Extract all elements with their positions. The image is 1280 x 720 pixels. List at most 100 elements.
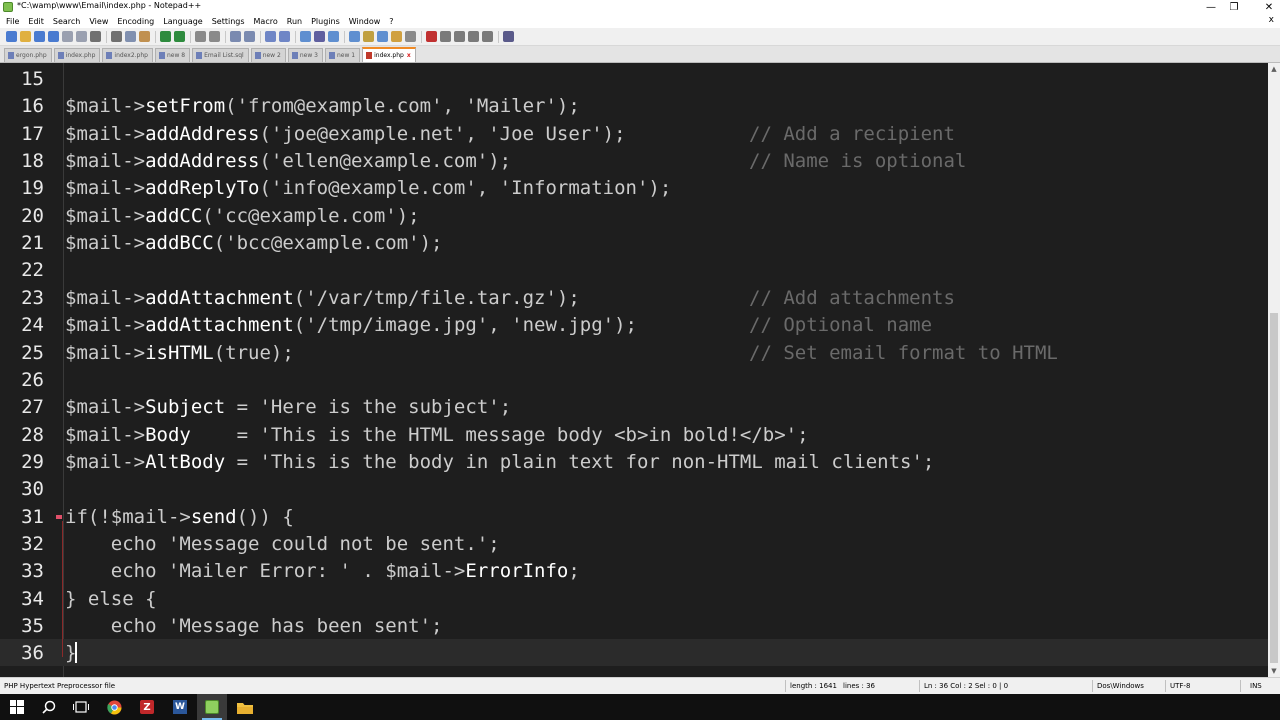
- paste-icon[interactable]: [139, 31, 150, 42]
- document-tab[interactable]: Email List.sql: [192, 48, 249, 62]
- code-line[interactable]: 25 $mail->isHTML(true); // Set email forma…: [0, 339, 1268, 366]
- code-line[interactable]: 36}: [0, 639, 1268, 667]
- scrollbar-thumb[interactable]: [1270, 313, 1278, 663]
- word-button[interactable]: W: [165, 694, 195, 720]
- sync-vertical-icon[interactable]: [265, 31, 276, 42]
- code-line[interactable]: 33 echo 'Mailer Error: ' . $mail->ErrorI…: [0, 557, 1268, 584]
- code-line[interactable]: 22: [0, 256, 1268, 283]
- zoom-in-icon[interactable]: [230, 31, 241, 42]
- file-icon: [196, 52, 203, 59]
- tab-label: new 1: [336, 52, 356, 59]
- sync-horizontal-icon[interactable]: [279, 31, 290, 42]
- save-all-icon[interactable]: [48, 31, 59, 42]
- document-tab[interactable]: new 8: [154, 48, 191, 62]
- menu-encoding[interactable]: Encoding: [117, 17, 154, 26]
- fold-marker-icon[interactable]: [56, 514, 62, 519]
- task-view-button[interactable]: [66, 694, 96, 720]
- scroll-down-arrow-icon[interactable]: ▼: [1268, 665, 1280, 677]
- code-line[interactable]: 20 $mail->addCC('cc@example.com');: [0, 202, 1268, 229]
- macro-play-multiple-icon[interactable]: [468, 31, 479, 42]
- code-line[interactable]: 29 $mail->AltBody = 'This is the body in …: [0, 448, 1268, 475]
- menu-help[interactable]: ?: [389, 17, 393, 26]
- spell-check-icon[interactable]: [503, 31, 514, 42]
- replace-icon[interactable]: [209, 31, 220, 42]
- lang-define-icon[interactable]: [349, 31, 360, 42]
- code-token: addBCC: [145, 232, 214, 255]
- macro-play-icon[interactable]: [454, 31, 465, 42]
- print-icon[interactable]: [90, 31, 101, 42]
- menu-language[interactable]: Language: [163, 17, 202, 26]
- close-all-icon[interactable]: [76, 31, 87, 42]
- status-divider: [1165, 680, 1166, 692]
- code-line[interactable]: 31 if(!$mail->send()) {: [0, 503, 1268, 530]
- menu-settings[interactable]: Settings: [212, 17, 245, 26]
- code-line[interactable]: 15: [0, 65, 1268, 92]
- indent-guide-icon[interactable]: [328, 31, 339, 42]
- close-file-icon[interactable]: [62, 31, 73, 42]
- word-wrap-icon[interactable]: [300, 31, 311, 42]
- code-line[interactable]: 21 $mail->addBCC('bcc@example.com');: [0, 229, 1268, 256]
- search-button[interactable]: [34, 694, 64, 720]
- document-tab[interactable]: new 3: [287, 48, 323, 62]
- menu-window[interactable]: Window: [349, 17, 381, 26]
- code-text: if(!$mail->send()) {: [65, 507, 294, 527]
- vertical-scrollbar[interactable]: ▲ ▼: [1268, 63, 1280, 677]
- notepadpp-button[interactable]: [197, 694, 227, 720]
- scroll-up-arrow-icon[interactable]: ▲: [1268, 63, 1280, 75]
- menu-edit[interactable]: Edit: [28, 17, 44, 26]
- code-line[interactable]: 19 $mail->addReplyTo('info@example.com', …: [0, 174, 1268, 201]
- code-editor[interactable]: 15 16 $mail->setFrom('from@example.com', '…: [0, 63, 1268, 677]
- filezilla-button[interactable]: Z: [132, 694, 162, 720]
- code-line[interactable]: 18 $mail->addAddress('ellen@example.com')…: [0, 147, 1268, 174]
- copy-icon[interactable]: [125, 31, 136, 42]
- redo-icon[interactable]: [174, 31, 185, 42]
- folder-workspace-icon[interactable]: [391, 31, 402, 42]
- code-line[interactable]: 32 echo 'Message could not be sent.';: [0, 530, 1268, 557]
- document-tab[interactable]: index.php x: [362, 47, 416, 62]
- chrome-button[interactable]: [99, 694, 129, 720]
- undo-icon[interactable]: [160, 31, 171, 42]
- menu-view[interactable]: View: [89, 17, 108, 26]
- document-tab[interactable]: index2.php: [102, 48, 153, 62]
- code-line[interactable]: 27 $mail->Subject = 'Here is the subject'…: [0, 393, 1268, 420]
- cut-icon[interactable]: [111, 31, 122, 42]
- code-line[interactable]: 17 $mail->addAddress('joe@example.net', '…: [0, 120, 1268, 147]
- menu-macro[interactable]: Macro: [254, 17, 278, 26]
- code-line[interactable]: 16 $mail->setFrom('from@example.com', 'Ma…: [0, 92, 1268, 119]
- code-line[interactable]: 24 $mail->addAttachment('/tmp/image.jpg',…: [0, 311, 1268, 338]
- menu-search[interactable]: Search: [53, 17, 80, 26]
- code-line[interactable]: 35 echo 'Message has been sent';: [0, 612, 1268, 639]
- document-tab[interactable]: new 1: [324, 48, 361, 62]
- code-line[interactable]: 26: [0, 366, 1268, 393]
- function-list-icon[interactable]: [377, 31, 388, 42]
- zoom-out-icon[interactable]: [244, 31, 255, 42]
- document-tab[interactable]: new 2: [250, 48, 286, 62]
- code-line[interactable]: 34} else {: [0, 585, 1268, 612]
- show-all-chars-icon[interactable]: [314, 31, 325, 42]
- menu-run[interactable]: Run: [287, 17, 302, 26]
- macro-stop-icon[interactable]: [440, 31, 451, 42]
- code-line[interactable]: 23 $mail->addAttachment('/var/tmp/file.ta…: [0, 284, 1268, 311]
- code-comment: // Add attachments: [749, 286, 955, 309]
- tab-close-icon[interactable]: x: [407, 52, 411, 59]
- open-file-icon[interactable]: [20, 31, 31, 42]
- code-text: $mail->addAttachment('/var/tmp/file.tar.…: [65, 288, 580, 308]
- file-explorer-button[interactable]: [230, 694, 260, 720]
- start-button[interactable]: [2, 694, 32, 720]
- doc-map-icon[interactable]: [363, 31, 374, 42]
- tab-label: ergon.php: [16, 52, 47, 59]
- macro-save-icon[interactable]: [482, 31, 493, 42]
- find-icon[interactable]: [195, 31, 206, 42]
- code-line[interactable]: 28 $mail->Body = 'This is the HTML messag…: [0, 421, 1268, 448]
- menu-plugins[interactable]: Plugins: [311, 17, 340, 26]
- close-document-x-icon[interactable]: x: [1269, 15, 1274, 25]
- menu-file[interactable]: File: [6, 17, 19, 26]
- new-file-icon[interactable]: [6, 31, 17, 42]
- save-icon[interactable]: [34, 31, 45, 42]
- macro-record-icon[interactable]: [426, 31, 437, 42]
- code-line[interactable]: 30: [0, 475, 1268, 502]
- document-tab[interactable]: ergon.php: [4, 48, 52, 62]
- close-button[interactable]: ✕: [1246, 0, 1280, 14]
- document-tab[interactable]: index.php: [53, 48, 101, 62]
- monitoring-icon[interactable]: [405, 31, 416, 42]
